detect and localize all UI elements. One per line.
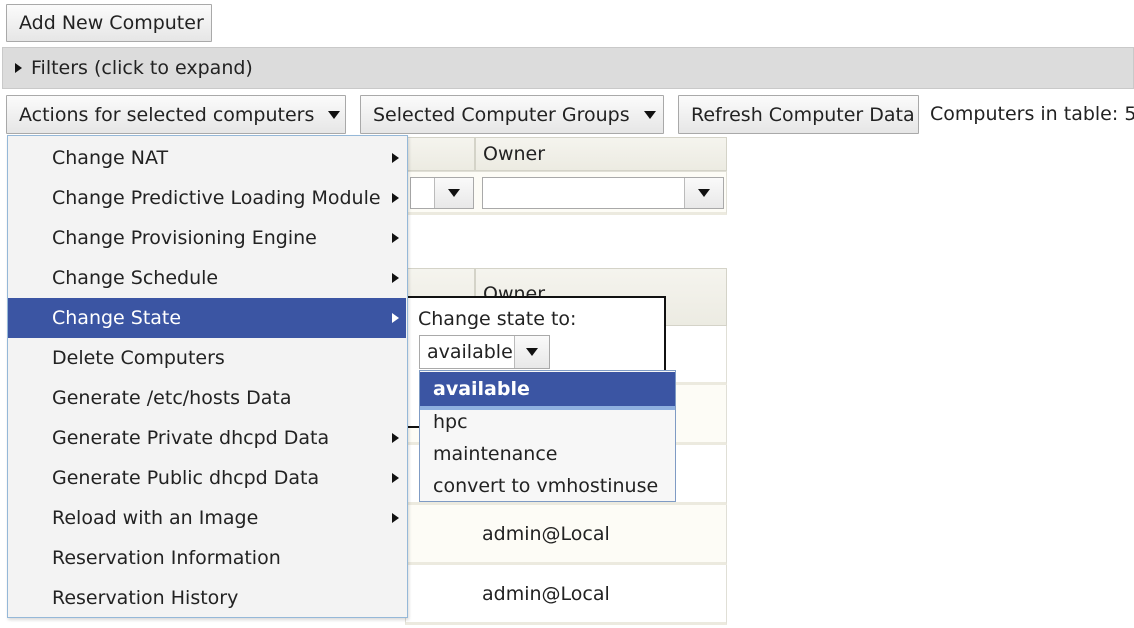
dropdown-arrow [434, 178, 473, 208]
chevron-down-icon [698, 189, 710, 197]
chevron-down-icon [643, 110, 656, 119]
add-new-computer-button[interactable]: Add New Computer [6, 4, 212, 42]
menu-item-label: Change Schedule [52, 267, 219, 289]
menu-item-label: Generate Public dhcpd Data [52, 467, 320, 489]
table-row[interactable]: admin@Local [405, 505, 727, 565]
menu-item-change-schedule[interactable]: Change Schedule [8, 258, 406, 298]
submenu-arrow-icon [392, 193, 399, 203]
menu-item-label: Generate /etc/hosts Data [52, 387, 292, 409]
table-header-cell [405, 137, 475, 171]
submenu-arrow-icon [392, 153, 399, 163]
owner-cell: admin@Local [482, 522, 610, 545]
chevron-down-icon [328, 110, 341, 119]
menu-item-label: Reservation Information [52, 547, 281, 569]
submenu-arrow-icon [392, 273, 399, 283]
submenu-arrow-icon [392, 313, 399, 323]
change-state-selected-value: available [427, 341, 513, 363]
state-option-label: maintenance [433, 443, 558, 465]
state-option-label: available [433, 378, 530, 400]
menu-item-reservation-history[interactable]: Reservation History [8, 578, 406, 618]
add-new-computer-label: Add New Computer [19, 12, 204, 34]
state-option-available[interactable]: available [420, 372, 675, 410]
table-row[interactable]: admin@Local [405, 565, 727, 625]
computers-count: Computers in table: 5 [930, 103, 1134, 125]
refresh-computer-data-button[interactable]: Refresh Computer Data [678, 95, 919, 134]
actions-button-label: Actions for selected computers [19, 103, 315, 126]
menu-item-change-provisioning-engine[interactable]: Change Provisioning Engine [8, 218, 406, 258]
change-state-select[interactable]: available [419, 335, 550, 369]
menu-item-label: Reservation History [52, 587, 239, 609]
menu-item-reservation-information[interactable]: Reservation Information [8, 538, 406, 578]
expand-triangle-icon [15, 63, 22, 73]
submenu-arrow-icon [392, 233, 399, 243]
chevron-down-icon [448, 189, 460, 197]
menu-item-label: Change Predictive Loading Module [52, 187, 381, 209]
state-option-hpc[interactable]: hpc [420, 407, 675, 437]
menu-item-label: Change Provisioning Engine [52, 227, 317, 249]
menu-item-delete-computers[interactable]: Delete Computers [8, 338, 406, 378]
state-option-label: hpc [433, 411, 468, 433]
table-header-owner[interactable]: Owner [475, 137, 727, 171]
state-option-convert-to-vmhostinuse[interactable]: convert to vmhostinuse [420, 470, 675, 502]
filters-bar[interactable]: Filters (click to expand) [2, 47, 1134, 89]
actions-menu: Change NAT Change Predictive Loading Mod… [7, 135, 408, 618]
change-state-label: Change state to: [418, 308, 577, 330]
menu-item-label: Generate Private dhcpd Data [52, 427, 330, 449]
chevron-down-icon [526, 348, 538, 356]
menu-item-generate-private-dhcpd-data[interactable]: Generate Private dhcpd Data [8, 418, 406, 458]
submenu-arrow-icon [392, 473, 399, 483]
selected-computer-groups-button[interactable]: Selected Computer Groups [360, 95, 664, 134]
menu-item-generate-public-dhcpd-data[interactable]: Generate Public dhcpd Data [8, 458, 406, 498]
menu-item-generate-etc-hosts-data[interactable]: Generate /etc/hosts Data [8, 378, 406, 418]
submenu-arrow-icon [392, 433, 399, 443]
actions-for-selected-button[interactable]: Actions for selected computers [6, 95, 346, 134]
submenu-arrow-icon [392, 513, 399, 523]
dropdown-arrow [684, 178, 723, 208]
change-state-options-list: available hpc maintenance convert to vmh… [419, 370, 676, 502]
filters-label: Filters (click to expand) [31, 57, 253, 79]
groups-button-label: Selected Computer Groups [373, 103, 630, 126]
menu-item-label: Change NAT [52, 147, 169, 169]
menu-item-label: Reload with an Image [52, 507, 259, 529]
filter-select-column[interactable] [410, 177, 474, 209]
menu-item-reload-with-an-image[interactable]: Reload with an Image [8, 498, 406, 538]
owner-cell: admin@Local [482, 582, 610, 605]
owner-header-label: Owner [483, 143, 546, 165]
state-option-label: convert to vmhostinuse [433, 475, 659, 497]
menu-item-change-state[interactable]: Change State [8, 298, 406, 338]
menu-item-change-nat[interactable]: Change NAT [8, 138, 406, 178]
menu-item-change-predictive-loading-module[interactable]: Change Predictive Loading Module [8, 178, 406, 218]
state-option-maintenance[interactable]: maintenance [420, 438, 675, 470]
menu-item-label: Delete Computers [52, 347, 225, 369]
owner-filter-select[interactable] [482, 177, 724, 209]
dropdown-arrow [514, 336, 549, 368]
refresh-button-label: Refresh Computer Data [691, 103, 915, 126]
menu-item-label: Change State [52, 307, 182, 329]
